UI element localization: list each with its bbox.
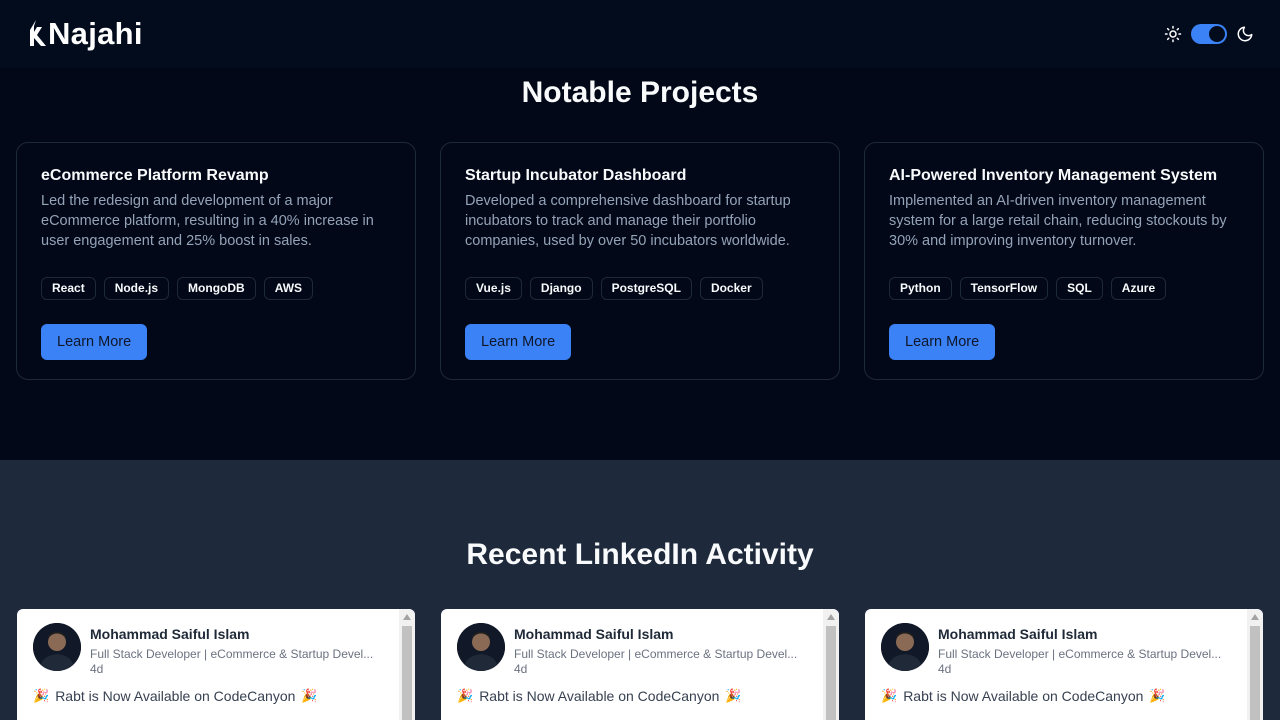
party-popper-icon: 🎉 [881, 688, 898, 703]
tech-tag: AWS [263, 277, 314, 300]
tech-tag: Azure [1110, 277, 1167, 300]
linkedin-post-embed[interactable]: Mohammad Saiful Islam Full Stack Develop… [865, 609, 1263, 720]
linkedin-post-embed[interactable]: Mohammad Saiful Islam Full Stack Develop… [17, 609, 415, 720]
moon-icon [1236, 25, 1254, 43]
post-text: 🎉 Rabt is Now Available on CodeCanyon 🎉 [33, 688, 383, 704]
scroll-thumb[interactable] [826, 626, 836, 720]
post-scrollbar[interactable] [399, 609, 415, 720]
learn-more-button[interactable]: Learn More [465, 324, 572, 360]
post-text-content: Rabt is Now Available on CodeCanyon [55, 688, 296, 704]
tech-tag: Vue.js [465, 277, 522, 300]
party-popper-icon: 🎉 [725, 688, 742, 703]
scroll-thumb[interactable] [1250, 626, 1260, 720]
party-popper-icon: 🎉 [1149, 688, 1166, 703]
scroll-up-arrow-icon[interactable] [827, 614, 835, 620]
theme-controls [1164, 24, 1254, 44]
project-card: eCommerce Platform Revamp Led the redesi… [16, 142, 416, 380]
tech-tag: Docker [699, 277, 763, 300]
project-description: Developed a comprehensive dashboard for … [465, 193, 791, 249]
post-author-name[interactable]: Mohammad Saiful Islam [90, 626, 373, 642]
avatar[interactable] [881, 623, 929, 671]
post-author-name[interactable]: Mohammad Saiful Islam [938, 626, 1221, 642]
theme-toggle-knob [1209, 26, 1225, 42]
post-scrollbar[interactable] [1247, 609, 1263, 720]
project-title: AI-Powered Inventory Management System [889, 167, 1218, 184]
tech-tag: Django [529, 277, 593, 300]
post-author-headline: Full Stack Developer | eCommerce & Start… [90, 647, 374, 661]
post-author-headline: Full Stack Developer | eCommerce & Start… [938, 647, 1222, 661]
projects-section: Notable Projects eCommerce Platform Reva… [0, 68, 1280, 460]
project-tags: Vue.js Django PostgreSQL Docker [465, 277, 815, 300]
linkedin-post-embed[interactable]: Mohammad Saiful Islam Full Stack Develop… [441, 609, 839, 720]
avatar[interactable] [457, 623, 505, 671]
scroll-up-arrow-icon[interactable] [1251, 614, 1259, 620]
post-author-name[interactable]: Mohammad Saiful Islam [514, 626, 797, 642]
tech-tag: SQL [1056, 277, 1103, 300]
brand-logo[interactable]: Najahi [26, 16, 143, 52]
project-description: Led the redesign and development of a ma… [41, 193, 374, 249]
tech-tag: PostgreSQL [600, 277, 692, 300]
sun-icon [1164, 25, 1182, 43]
party-popper-icon: 🎉 [301, 688, 318, 703]
post-text: 🎉 Rabt is Now Available on CodeCanyon 🎉 [881, 688, 1231, 704]
scroll-up-arrow-icon[interactable] [403, 614, 411, 620]
project-tags: Python TensorFlow SQL Azure [889, 277, 1239, 300]
post-timestamp: 4d [938, 662, 952, 676]
party-popper-icon: 🎉 [33, 688, 50, 703]
site-header: Najahi [0, 0, 1280, 68]
logo-mark-icon [30, 20, 46, 46]
tech-tag: Python [889, 277, 952, 300]
tech-tag: React [41, 277, 96, 300]
post-text-content: Rabt is Now Available on CodeCanyon [479, 688, 720, 704]
scroll-thumb[interactable] [402, 626, 412, 720]
project-card: AI-Powered Inventory Management System I… [864, 142, 1264, 380]
project-title: eCommerce Platform Revamp [41, 167, 269, 184]
linkedin-section: Recent LinkedIn Activity Mohammad Saiful… [0, 460, 1280, 720]
party-popper-icon: 🎉 [457, 688, 474, 703]
brand-name: Najahi [48, 16, 143, 51]
post-timestamp: 4d [514, 662, 528, 676]
project-cards: eCommerce Platform Revamp Led the redesi… [16, 142, 1264, 380]
project-description: Implemented an AI-driven inventory manag… [889, 193, 1227, 249]
avatar[interactable] [33, 623, 81, 671]
post-text-content: Rabt is Now Available on CodeCanyon [903, 688, 1144, 704]
project-card: Startup Incubator Dashboard Developed a … [440, 142, 840, 380]
project-title: Startup Incubator Dashboard [465, 167, 687, 184]
project-tags: React Node.js MongoDB AWS [41, 277, 391, 300]
post-scrollbar[interactable] [823, 609, 839, 720]
post-text: 🎉 Rabt is Now Available on CodeCanyon 🎉 [457, 688, 807, 704]
tech-tag: TensorFlow [959, 277, 1049, 300]
post-timestamp: 4d [90, 662, 104, 676]
learn-more-button[interactable]: Learn More [889, 324, 996, 360]
projects-title: Notable Projects [521, 76, 759, 109]
theme-toggle[interactable] [1191, 24, 1227, 44]
learn-more-button[interactable]: Learn More [41, 324, 148, 360]
tech-tag: MongoDB [177, 277, 256, 300]
linkedin-posts: Mohammad Saiful Islam Full Stack Develop… [17, 609, 1263, 720]
post-author-headline: Full Stack Developer | eCommerce & Start… [514, 647, 798, 661]
linkedin-title: Recent LinkedIn Activity [466, 538, 814, 571]
tech-tag: Node.js [103, 277, 170, 300]
